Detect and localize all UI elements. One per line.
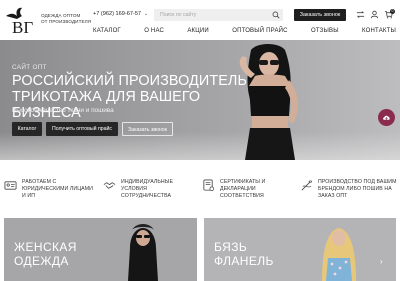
user-icon[interactable] (370, 10, 379, 19)
feature-legal-entities-text: РАБОТАЕМ С ЮРИДИЧЕСКИМИ ЛИЦАМИ И ИП (22, 179, 93, 199)
card-title-line: ОДЕЖДА (14, 254, 69, 268)
feature-line: ЗАКАЗ ОПТ (318, 192, 348, 199)
card-title-line: ФЛАНЕЛЬ (214, 254, 274, 268)
brand-logo-icon[interactable]: BΓ (4, 4, 38, 36)
feature-line: РАБОТАЕМ С (22, 179, 57, 185)
hero-subtitle: Высокое качество ткани и пошива (12, 107, 114, 114)
hero-title-line-2: ТРИКОТАЖА ДЛЯ ВАШЕГО БИЗНЕСА (12, 89, 201, 121)
feature-line: И ИП (22, 192, 36, 199)
search-icon[interactable] (272, 11, 280, 19)
feature-private-label: ПРОИЗВОДСТВО ПОД ВАШИМ БРЕНДОМ ЛИБО ПОШИ… (300, 174, 398, 208)
nav-item-about[interactable]: О НАС (144, 26, 164, 36)
site-header: BΓ ОДЕЖДА ОПТОМ ОТ ПРОИЗВОДИТЕЛЯ +7 (962… (0, 0, 400, 40)
card-title-womens-clothing: ЖЕНСКАЯ ОДЕЖДА (14, 240, 77, 268)
id-card-icon (4, 181, 17, 190)
feature-certificates-text: СЕРТИФИКАТЫ И ДЕКЛАРАЦИИ СООТВЕТСТВИЯ (220, 179, 298, 199)
hero-banner: САЙТ ОПТ РОССИЙСКИЙ ПРОИЗВОДИТЕЛЬ ТРИКОТ… (0, 40, 400, 160)
compare-icon[interactable] (356, 10, 365, 19)
phone-number[interactable]: +7 (962) 169-67-57 ⌄ (93, 11, 148, 17)
nav-item-catalog[interactable]: КАТАЛОГ (93, 26, 121, 36)
card-title-line: БЯЗЬ (214, 240, 248, 254)
chevron-right-icon[interactable]: › (380, 257, 383, 266)
get-price-button[interactable]: Получить оптовый прайс (46, 122, 118, 136)
needle-thread-icon (301, 180, 313, 191)
svg-text:BΓ: BΓ (12, 18, 33, 36)
nav-item-promotions[interactable]: АКЦИИ (187, 26, 209, 36)
hero-callback-button[interactable]: Заказать звонок (122, 122, 173, 136)
womens-clothing-image (128, 224, 158, 281)
feature-individual-terms-text: ИНДИВИДУАЛЬНЫЕ УСЛОВИЯ СОТРУДНИЧЕСТВА (121, 179, 199, 199)
features-strip: РАБОТАЕМ С ЮРИДИЧЕСКИМИ ЛИЦАМИ И ИП ИНДИ… (0, 174, 400, 208)
hero-title-line-1: РОССИЙСКИЙ ПРОИЗВОДИТЕЛЬ (12, 73, 248, 89)
search-placeholder: Поиск по сайту (160, 12, 197, 18)
logo-tagline: ОДЕЖДА ОПТОМ ОТ ПРОИЗВОДИТЕЛЯ (41, 13, 91, 25)
catalog-button[interactable]: Каталог (12, 122, 42, 136)
upload-fab-button[interactable] (378, 109, 395, 126)
feature-line: ДЕКЛАРАЦИИ СООТВЕТСТВИЯ (220, 185, 264, 199)
feature-certificates: СЕРТИФИКАТЫ И ДЕКЛАРАЦИИ СООТВЕТСТВИЯ (202, 174, 298, 208)
feature-individual-terms: ИНДИВИДУАЛЬНЫЕ УСЛОВИЯ СОТРУДНИЧЕСТВА (103, 174, 199, 208)
feature-line: ЮРИДИЧЕСКИМИ ЛИЦАМИ (22, 185, 93, 192)
calico-flannel-image (322, 228, 356, 281)
logo-tagline-line-2: ОТ ПРОИЗВОДИТЕЛЯ (41, 19, 92, 24)
main-nav: КАТАЛОГ О НАС АКЦИИ ОПТОВЫЙ ПРАЙС ОТЗЫВЫ… (93, 26, 396, 36)
search-input[interactable]: Поиск по сайту (154, 9, 283, 21)
cloud-upload-icon (383, 115, 390, 121)
category-card-calico-flannel[interactable]: БЯЗЬ ФЛАНЕЛЬ › (204, 218, 396, 281)
feature-legal-entities: РАБОТАЕМ С ЮРИДИЧЕСКИМИ ЛИЦАМИ И ИП (4, 174, 100, 208)
nav-item-reviews[interactable]: ОТЗЫВЫ (311, 26, 339, 36)
chevron-down-icon[interactable]: ⌄ (144, 11, 148, 17)
handshake-icon (103, 182, 116, 189)
card-title-calico-flannel: БЯЗЬ ФЛАНЕЛЬ (214, 240, 274, 268)
feature-private-label-text: ПРОИЗВОДСТВО ПОД ВАШИМ БРЕНДОМ ЛИБО ПОШИ… (318, 179, 397, 199)
feature-line: СЕРТИФИКАТЫ И (220, 179, 266, 185)
cart-count-badge: 0 (390, 9, 395, 14)
hero-eyebrow: САЙТ ОПТ (12, 64, 47, 71)
feature-line: СОТРУДНИЧЕСТВА (121, 192, 172, 199)
category-card-womens-clothing[interactable]: ЖЕНСКАЯ ОДЕЖДА (4, 218, 197, 281)
phone-number-text: +7 (962) 169-67-57 (93, 11, 142, 17)
certificate-icon (203, 179, 214, 191)
nav-item-contacts[interactable]: КОНТАКТЫ (362, 26, 396, 36)
feature-line: ИНДИВИДУАЛЬНЫЕ УСЛОВИЯ (121, 179, 174, 192)
feature-line: БРЕНДОМ ЛИБО ПОШИВ НА (318, 185, 392, 192)
feature-line: ПРОИЗВОДСТВО ПОД ВАШИМ (318, 179, 397, 185)
callback-button[interactable]: Заказать звонок (294, 9, 346, 21)
nav-item-wholesale-price[interactable]: ОПТОВЫЙ ПРАЙС (232, 26, 288, 36)
card-title-line: ЖЕНСКАЯ (14, 240, 77, 254)
